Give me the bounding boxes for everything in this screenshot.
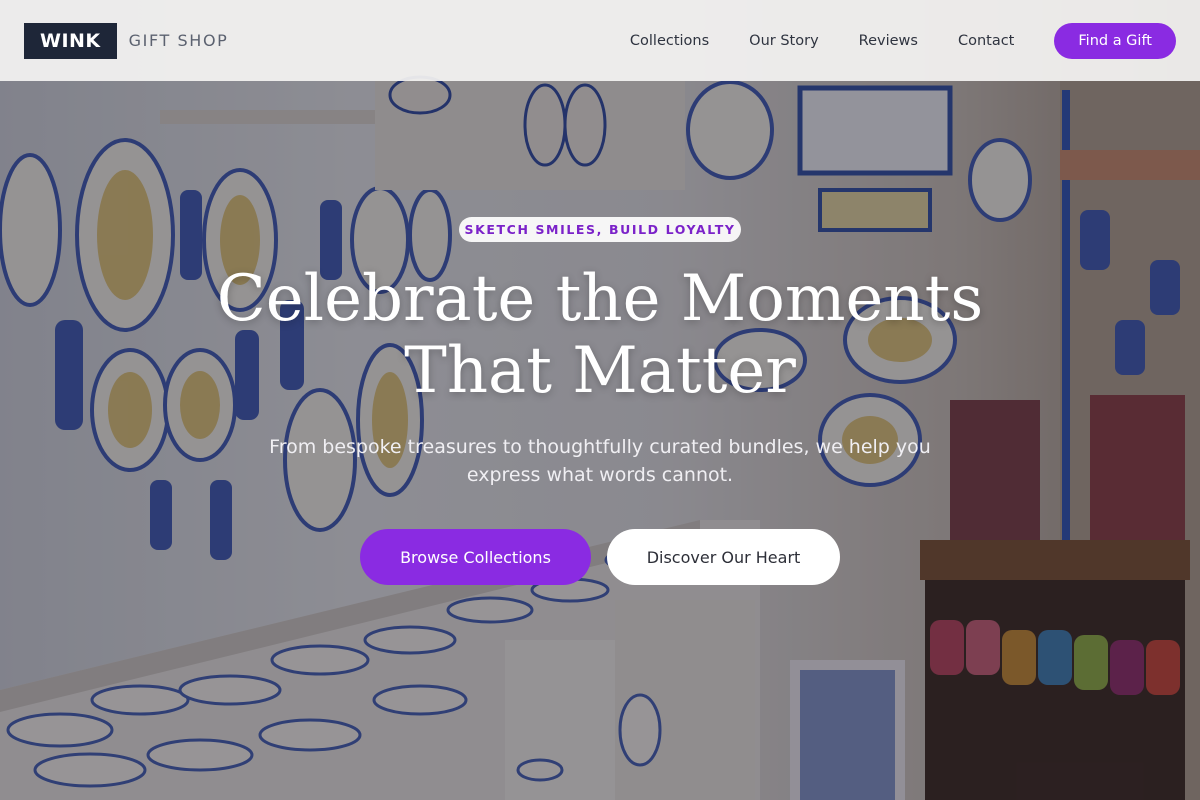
nav-link-our-story[interactable]: Our Story	[749, 33, 818, 49]
discover-our-heart-button[interactable]: Discover Our Heart	[607, 529, 840, 585]
main-nav: Collections Our Story Reviews Contact Fi…	[630, 22, 1176, 59]
logo[interactable]: WINK	[24, 22, 117, 59]
hero-title: Celebrate the Moments That Matter	[216, 262, 984, 408]
find-a-gift-button[interactable]: Find a Gift	[1054, 22, 1176, 59]
nav-link-contact[interactable]: Contact	[958, 33, 1014, 49]
tagline-text: SKETCH SMILES, BUILD LOYALTY	[464, 222, 736, 237]
hero-subtitle: From bespoke treasures to thoughtfully c…	[269, 436, 931, 486]
site-header: WINK GIFT SHOP Collections Our Story Rev…	[0, 0, 1200, 81]
nav-link-collections[interactable]: Collections	[630, 33, 709, 49]
logo-subtitle: GIFT SHOP	[128, 31, 229, 50]
hero-section: SKETCH SMILES, BUILD LOYALTY Celebrate t…	[0, 81, 1200, 800]
tagline-badge: SKETCH SMILES, BUILD LOYALTY	[459, 217, 741, 242]
nav-link-reviews[interactable]: Reviews	[859, 33, 918, 49]
browse-collections-button[interactable]: Browse Collections	[360, 529, 591, 585]
logo-text: WINK	[40, 29, 101, 52]
